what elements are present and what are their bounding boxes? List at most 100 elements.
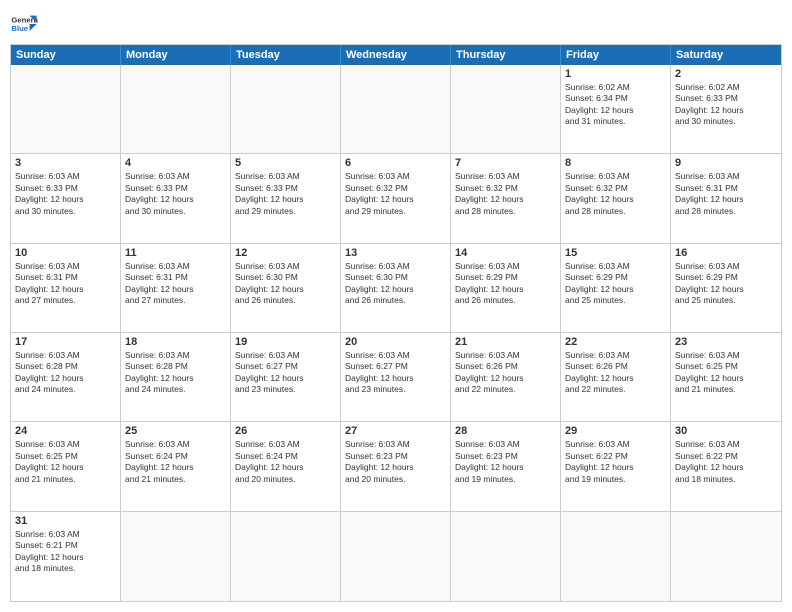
day-header-monday: Monday (121, 45, 231, 65)
day-number: 23 (675, 336, 777, 348)
day-info: Sunrise: 6:03 AM Sunset: 6:27 PM Dayligh… (235, 350, 336, 396)
day-number: 15 (565, 247, 666, 259)
day-number: 16 (675, 247, 777, 259)
calendar-day-30: 30 Sunrise: 6:03 AM Sunset: 6:22 PM Dayli… (671, 422, 781, 511)
day-number: 20 (345, 336, 446, 348)
calendar-day-27: 27 Sunrise: 6:03 AM Sunset: 6:23 PM Dayli… (341, 422, 451, 511)
calendar-day-3: 3 Sunrise: 6:03 AM Sunset: 6:33 PM Daylig… (11, 154, 121, 243)
day-number: 11 (125, 247, 226, 259)
day-info: Sunrise: 6:03 AM Sunset: 6:30 PM Dayligh… (235, 261, 336, 307)
calendar-day-28: 28 Sunrise: 6:03 AM Sunset: 6:23 PM Dayli… (451, 422, 561, 511)
calendar-day-17: 17 Sunrise: 6:03 AM Sunset: 6:28 PM Dayli… (11, 333, 121, 422)
calendar-grid: 1 Sunrise: 6:02 AM Sunset: 6:34 PM Daylig… (11, 65, 781, 601)
day-header-wednesday: Wednesday (341, 45, 451, 65)
calendar-day-empty (451, 65, 561, 154)
calendar-day-empty (231, 512, 341, 601)
calendar-day-31: 31Sunrise: 6:03 AM Sunset: 6:21 PM Dayli… (11, 512, 121, 601)
calendar-day-7: 7 Sunrise: 6:03 AM Sunset: 6:32 PM Daylig… (451, 154, 561, 243)
day-number: 1 (565, 68, 666, 80)
day-info: Sunrise: 6:03 AM Sunset: 6:32 PM Dayligh… (345, 171, 446, 217)
calendar-day-8: 8 Sunrise: 6:03 AM Sunset: 6:32 PM Daylig… (561, 154, 671, 243)
day-info: Sunrise: 6:03 AM Sunset: 6:26 PM Dayligh… (455, 350, 556, 396)
day-header-tuesday: Tuesday (231, 45, 341, 65)
calendar-day-4: 4 Sunrise: 6:03 AM Sunset: 6:33 PM Daylig… (121, 154, 231, 243)
day-info: Sunrise: 6:02 AM Sunset: 6:34 PM Dayligh… (565, 82, 666, 128)
day-header-friday: Friday (561, 45, 671, 65)
svg-text:Blue: Blue (11, 24, 28, 33)
calendar-day-15: 15 Sunrise: 6:03 AM Sunset: 6:29 PM Dayli… (561, 244, 671, 333)
calendar-day-empty (121, 512, 231, 601)
day-info: Sunrise: 6:03 AM Sunset: 6:25 PM Dayligh… (15, 439, 116, 485)
day-number: 4 (125, 157, 226, 169)
day-number: 5 (235, 157, 336, 169)
day-number: 19 (235, 336, 336, 348)
day-info: Sunrise: 6:03 AM Sunset: 6:27 PM Dayligh… (345, 350, 446, 396)
day-info: Sunrise: 6:03 AM Sunset: 6:28 PM Dayligh… (15, 350, 116, 396)
day-number: 25 (125, 425, 226, 437)
day-number: 17 (15, 336, 116, 348)
calendar-day-24: 24 Sunrise: 6:03 AM Sunset: 6:25 PM Dayli… (11, 422, 121, 511)
day-number: 14 (455, 247, 556, 259)
calendar-day-9: 9Sunrise: 6:03 AM Sunset: 6:31 PM Daylig… (671, 154, 781, 243)
calendar-day-2: 2Sunrise: 6:02 AM Sunset: 6:33 PM Daylig… (671, 65, 781, 154)
day-number: 9 (675, 157, 777, 169)
logo: General Blue (10, 10, 38, 38)
day-number: 28 (455, 425, 556, 437)
day-number: 7 (455, 157, 556, 169)
calendar-day-14: 14 Sunrise: 6:03 AM Sunset: 6:29 PM Dayli… (451, 244, 561, 333)
calendar-day-empty (561, 512, 671, 601)
day-info: Sunrise: 6:03 AM Sunset: 6:29 PM Dayligh… (455, 261, 556, 307)
calendar-day-16: 16 Sunrise: 6:03 AM Sunset: 6:29 PM Dayli… (671, 244, 781, 333)
calendar-day-5: 5Sunrise: 6:03 AM Sunset: 6:33 PM Daylig… (231, 154, 341, 243)
calendar-day-23: 23 Sunrise: 6:03 AM Sunset: 6:25 PM Dayli… (671, 333, 781, 422)
day-number: 29 (565, 425, 666, 437)
day-info: Sunrise: 6:03 AM Sunset: 6:31 PM Dayligh… (15, 261, 116, 307)
day-info: Sunrise: 6:03 AM Sunset: 6:32 PM Dayligh… (565, 171, 666, 217)
day-number: 21 (455, 336, 556, 348)
calendar-day-10: 10 Sunrise: 6:03 AM Sunset: 6:31 PM Dayli… (11, 244, 121, 333)
day-headers: SundayMondayTuesdayWednesdayThursdayFrid… (11, 45, 781, 65)
day-number: 22 (565, 336, 666, 348)
day-info: Sunrise: 6:03 AM Sunset: 6:26 PM Dayligh… (565, 350, 666, 396)
day-info: Sunrise: 6:03 AM Sunset: 6:33 PM Dayligh… (125, 171, 226, 217)
day-info: Sunrise: 6:03 AM Sunset: 6:23 PM Dayligh… (455, 439, 556, 485)
page: General Blue SundayMondayTuesdayWednesda… (0, 0, 792, 612)
calendar-day-6: 6 Sunrise: 6:03 AM Sunset: 6:32 PM Daylig… (341, 154, 451, 243)
day-info: Sunrise: 6:03 AM Sunset: 6:24 PM Dayligh… (235, 439, 336, 485)
day-info: Sunrise: 6:03 AM Sunset: 6:22 PM Dayligh… (675, 439, 777, 485)
day-header-saturday: Saturday (671, 45, 781, 65)
calendar-day-18: 18Sunrise: 6:03 AM Sunset: 6:28 PM Dayli… (121, 333, 231, 422)
day-info: Sunrise: 6:03 AM Sunset: 6:32 PM Dayligh… (455, 171, 556, 217)
day-number: 13 (345, 247, 446, 259)
day-header-thursday: Thursday (451, 45, 561, 65)
day-info: Sunrise: 6:03 AM Sunset: 6:29 PM Dayligh… (565, 261, 666, 307)
day-info: Sunrise: 6:03 AM Sunset: 6:22 PM Dayligh… (565, 439, 666, 485)
day-info: Sunrise: 6:03 AM Sunset: 6:25 PM Dayligh… (675, 350, 777, 396)
day-number: 8 (565, 157, 666, 169)
day-info: Sunrise: 6:03 AM Sunset: 6:23 PM Dayligh… (345, 439, 446, 485)
calendar-day-empty (451, 512, 561, 601)
day-header-sunday: Sunday (11, 45, 121, 65)
day-number: 24 (15, 425, 116, 437)
calendar-day-1: 1 Sunrise: 6:02 AM Sunset: 6:34 PM Daylig… (561, 65, 671, 154)
day-number: 27 (345, 425, 446, 437)
day-info: Sunrise: 6:03 AM Sunset: 6:29 PM Dayligh… (675, 261, 777, 307)
day-number: 3 (15, 157, 116, 169)
calendar-day-25: 25 Sunrise: 6:03 AM Sunset: 6:24 PM Dayli… (121, 422, 231, 511)
day-info: Sunrise: 6:03 AM Sunset: 6:24 PM Dayligh… (125, 439, 226, 485)
calendar-day-13: 13 Sunrise: 6:03 AM Sunset: 6:30 PM Dayli… (341, 244, 451, 333)
calendar-day-22: 22 Sunrise: 6:03 AM Sunset: 6:26 PM Dayli… (561, 333, 671, 422)
calendar-day-19: 19 Sunrise: 6:03 AM Sunset: 6:27 PM Dayli… (231, 333, 341, 422)
day-number: 10 (15, 247, 116, 259)
day-info: Sunrise: 6:03 AM Sunset: 6:21 PM Dayligh… (15, 529, 116, 575)
day-info: Sunrise: 6:03 AM Sunset: 6:33 PM Dayligh… (15, 171, 116, 217)
day-info: Sunrise: 6:03 AM Sunset: 6:30 PM Dayligh… (345, 261, 446, 307)
calendar-day-empty (341, 65, 451, 154)
calendar-day-empty (671, 512, 781, 601)
day-number: 12 (235, 247, 336, 259)
calendar-day-empty (121, 65, 231, 154)
day-number: 6 (345, 157, 446, 169)
day-info: Sunrise: 6:02 AM Sunset: 6:33 PM Dayligh… (675, 82, 777, 128)
calendar-day-empty (11, 65, 121, 154)
day-number: 30 (675, 425, 777, 437)
